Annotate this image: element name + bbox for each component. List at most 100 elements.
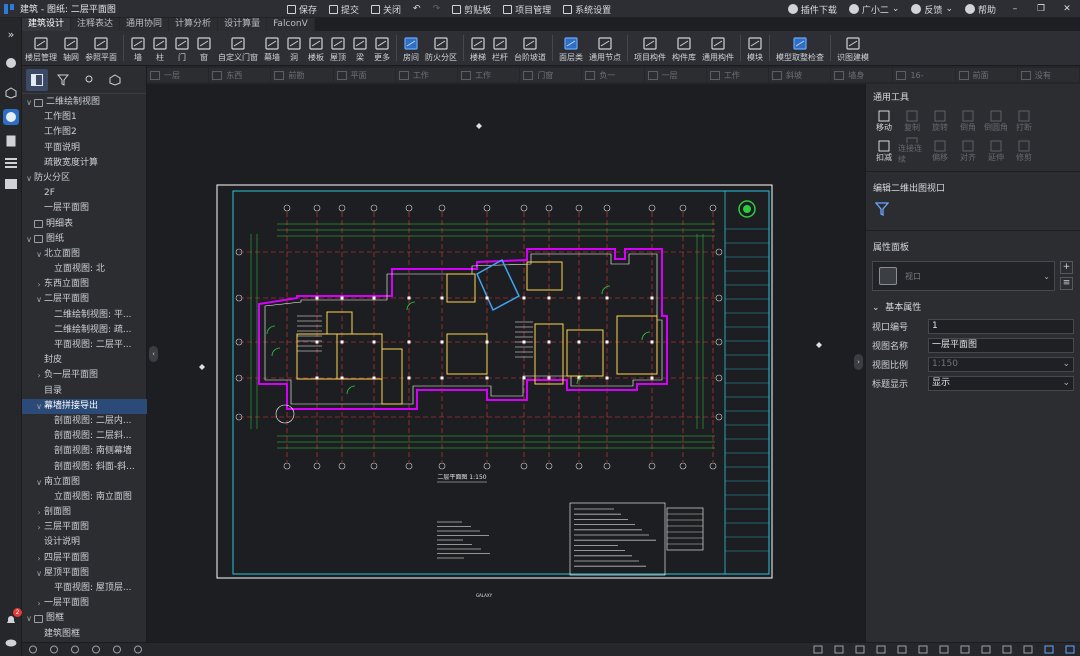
status-tool-icon[interactable] (874, 645, 887, 655)
tree-item[interactable]: 建筑图框 (22, 627, 147, 642)
user-button[interactable]: 广小二 ⌄ (843, 0, 906, 18)
plane-icon[interactable] (131, 645, 144, 655)
view-tile-4[interactable]: 工作 (395, 68, 458, 82)
tree-item[interactable]: › 四层平面图 (22, 551, 147, 566)
tree-item[interactable]: 立面视图: 北 (22, 262, 147, 277)
help-button[interactable]: 帮助 (959, 0, 1002, 18)
ribbon-button-16[interactable]: 房间 (400, 31, 422, 65)
ribbon-tab-0[interactable]: 建筑设计 (22, 18, 71, 31)
collapse-right-icon[interactable]: › (854, 354, 863, 370)
quick-action-0[interactable]: 保存 (282, 0, 322, 18)
chevron-down-icon[interactable]: ∨ (34, 566, 44, 581)
property-value-field[interactable]: 1:150 ⌄ (928, 357, 1074, 372)
ribbon-button-27[interactable]: 构件库 (669, 31, 699, 65)
quick-action-5[interactable]: 系统设置 (558, 0, 616, 18)
ribbon-button-23[interactable]: 面层类 (556, 31, 586, 65)
ribbon-button-11[interactable]: 楼板 (305, 31, 327, 65)
status-tool-icon[interactable] (1000, 645, 1013, 655)
view-tile-5[interactable]: 工作 (458, 68, 520, 82)
tree-item[interactable]: › 三层平面图 (22, 520, 147, 535)
view-tile-14[interactable]: 没有 (1017, 68, 1080, 82)
chevron-right-icon[interactable]: › (34, 368, 44, 383)
tree-item[interactable]: ∨ 屋顶平面图 (22, 566, 147, 581)
view-tile-1[interactable]: 东西 (209, 68, 271, 82)
bell-icon[interactable]: 2 (3, 608, 22, 628)
redo-icon[interactable]: ↷ (428, 0, 446, 18)
tool-1[interactable]: 复制 (898, 107, 926, 135)
status-tool-icon[interactable] (1063, 645, 1076, 655)
tool-8[interactable]: 连接连续 (898, 137, 926, 165)
collapse-left-icon[interactable]: ‹ (149, 346, 158, 362)
ribbon-button-20[interactable]: 栏杆 (489, 31, 511, 65)
chevron-right-icon[interactable]: › (34, 277, 44, 292)
tree-item[interactable]: 平面说明 (22, 141, 147, 156)
globe-icon[interactable] (3, 55, 19, 71)
chevron-down-icon[interactable]: ∨ (24, 611, 34, 626)
chevron-down-icon[interactable]: ∨ (34, 247, 44, 262)
view-tile-2[interactable]: 前勘 (271, 68, 333, 82)
ribbon-button-34[interactable]: 识图建模 (834, 31, 872, 65)
status-tool-icon[interactable] (916, 645, 929, 655)
view-tile-12[interactable]: 16- (893, 68, 955, 82)
filter-icon[interactable] (52, 69, 74, 91)
status-tool-icon[interactable] (1021, 645, 1034, 655)
tree-item[interactable]: 工作图2 (22, 125, 147, 140)
ribbon-tab-1[interactable]: 注释表达 (71, 18, 120, 31)
quick-action-2[interactable]: 关闭 (366, 0, 406, 18)
tree-item[interactable]: 2F (22, 186, 147, 201)
ribbon-button-13[interactable]: 梁 (349, 31, 371, 65)
view-tile-7[interactable]: 负一 (582, 68, 644, 82)
property-value-field[interactable]: 显示 ⌄ (928, 376, 1074, 391)
undo-icon[interactable]: ↶ (408, 0, 426, 18)
ribbon-button-6[interactable]: 门 (171, 31, 193, 65)
tool-10[interactable]: 对齐 (954, 137, 982, 165)
tree-item[interactable]: 剖面视图: 斜面-斜... (22, 460, 147, 475)
tree-item[interactable]: 二维绘制视图: 疏... (22, 323, 147, 338)
tree-item[interactable]: 二维绘制视图: 平... (22, 308, 147, 323)
quick-action-1[interactable]: 提交 (324, 0, 364, 18)
cloud-icon[interactable] (3, 634, 19, 650)
tree-item[interactable]: 平面视图: 二层平... (22, 338, 147, 353)
feedback-button[interactable]: 反馈 ⌄ (905, 0, 959, 18)
view-tile-10[interactable]: 斜坡 (769, 68, 831, 82)
ribbon-button-8[interactable]: 自定义门窗 (215, 31, 261, 65)
tool-0[interactable]: 移动 (870, 107, 898, 135)
plugin-download-button[interactable]: 插件下载 (782, 0, 843, 18)
link-icon[interactable] (47, 645, 60, 655)
tree-item[interactable]: › 一层平面图 (22, 596, 147, 611)
ribbon-button-17[interactable]: 防火分区 (422, 31, 460, 65)
status-tool-icon[interactable] (832, 645, 845, 655)
tree-item[interactable]: 一层平面图 (22, 201, 147, 216)
ribbon-button-30[interactable]: 模块 (744, 31, 766, 65)
close-window-button[interactable]: ✕ (1054, 0, 1080, 18)
cube-icon[interactable] (3, 85, 19, 101)
status-tool-icon[interactable] (937, 645, 950, 655)
quick-action-3[interactable]: 剪贴板 (447, 0, 496, 18)
tool-3[interactable]: 倒角 (954, 107, 982, 135)
chevron-down-icon[interactable]: ∨ (24, 95, 34, 110)
view-icon[interactable] (89, 645, 102, 655)
tree-item[interactable]: 疏散宽度计算 (22, 156, 147, 171)
drawing-canvas[interactable]: 二层平面图 1:150 GALAXY ‹ › (147, 84, 865, 642)
chevron-down-icon[interactable]: ∨ (24, 232, 34, 247)
ribbon-tab-3[interactable]: 计算分析 (169, 18, 218, 31)
ribbon-button-9[interactable]: 幕墙 (261, 31, 283, 65)
tree-item[interactable]: › 东西立面图 (22, 277, 147, 292)
property-value-field[interactable]: 1 (928, 319, 1074, 334)
add-type-button[interactable]: + (1060, 261, 1073, 274)
tree-item[interactable]: ∨ 南立面图 (22, 475, 147, 490)
chevron-right-icon[interactable]: › (34, 596, 44, 611)
chevron-down-icon[interactable]: ∨ (34, 399, 44, 414)
tree-item[interactable]: 平面视图: 屋顶层... (22, 581, 147, 596)
status-tool-icon[interactable] (853, 645, 866, 655)
ribbon-tab-2[interactable]: 通用协同 (120, 18, 169, 31)
tree-item[interactable]: 目录 (22, 384, 147, 399)
panel-toggle-icon[interactable] (26, 68, 48, 91)
status-tool-icon[interactable] (1042, 645, 1055, 655)
ribbon-tab-4[interactable]: 设计算量 (218, 18, 267, 31)
ribbon-button-26[interactable]: 项目构件 (631, 31, 669, 65)
restore-button[interactable]: ❐ (1028, 0, 1054, 18)
tree-item[interactable]: 剖面视图: 二层内... (22, 414, 147, 429)
ribbon-button-10[interactable]: 洞 (283, 31, 305, 65)
tree-item[interactable]: ∨ 二维绘制视图 (22, 95, 147, 110)
